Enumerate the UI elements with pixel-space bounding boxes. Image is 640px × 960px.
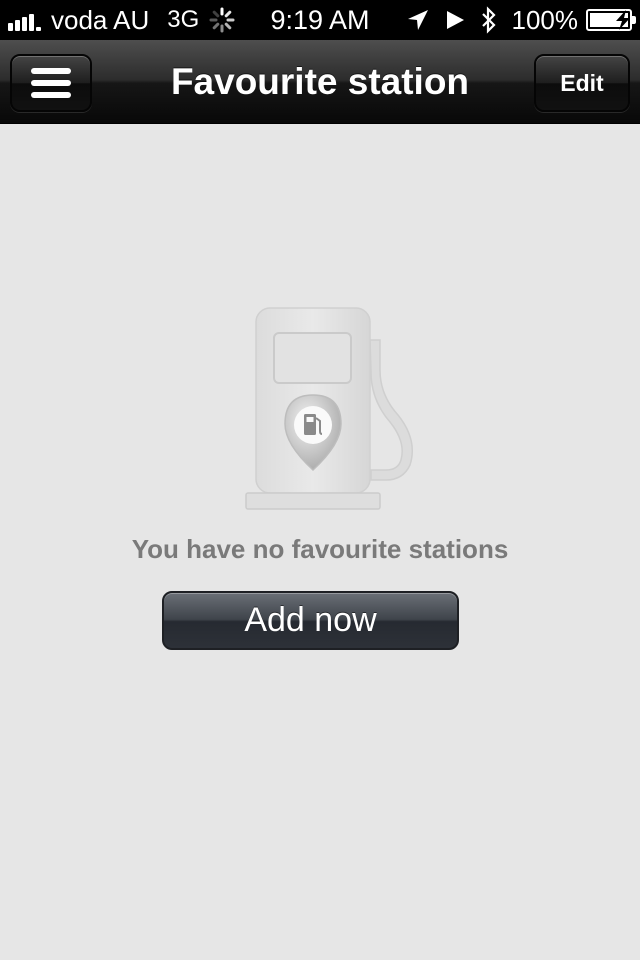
- fuel-pump-icon: [245, 307, 413, 510]
- menu-button[interactable]: [10, 54, 92, 112]
- add-now-button[interactable]: Add now: [162, 591, 459, 650]
- play-icon: [446, 11, 464, 29]
- location-arrow-icon: [407, 10, 428, 30]
- edit-button[interactable]: Edit: [534, 54, 630, 112]
- battery-percentage: 100%: [511, 4, 579, 35]
- empty-state-message: You have no favourite stations: [131, 534, 509, 564]
- battery-icon: [586, 9, 636, 31]
- hamburger-menu-icon: [31, 68, 71, 98]
- bluetooth-icon: [481, 6, 496, 34]
- status-right: 100%: [392, 0, 636, 40]
- navigation-bar: Edit: [0, 40, 640, 124]
- status-bar: voda AU 3G 9:19 AM 100%: [0, 0, 640, 40]
